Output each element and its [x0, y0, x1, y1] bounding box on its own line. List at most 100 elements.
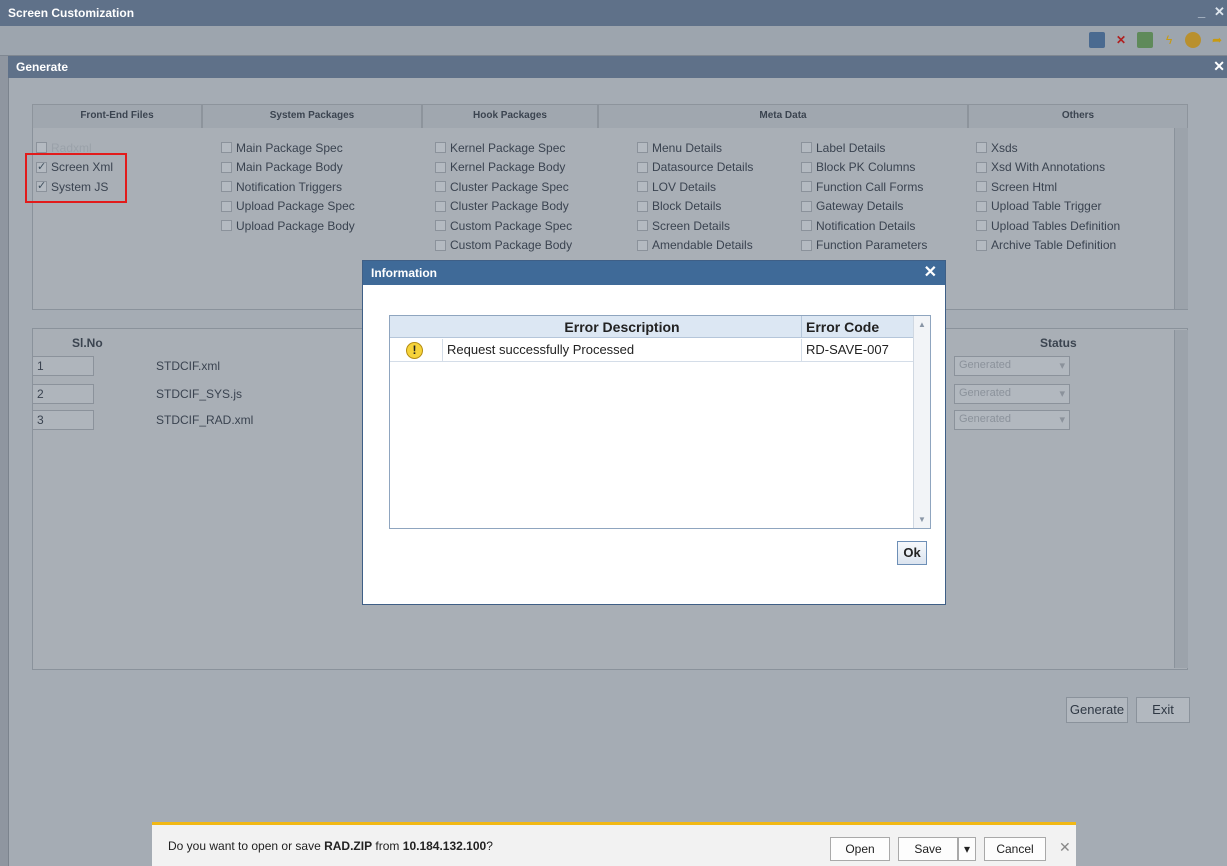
checkbox-box[interactable] [221, 220, 232, 232]
tab-front-end-files[interactable]: Front-End Files [32, 104, 202, 128]
cancel-button[interactable]: Cancel [984, 837, 1046, 861]
list-icon[interactable] [1137, 32, 1153, 48]
checkbox-box[interactable] [976, 200, 987, 212]
checkbox-box[interactable] [976, 220, 987, 232]
column-header-slno: Sl.No [72, 336, 103, 350]
minimize-button[interactable]: _ [1198, 4, 1205, 19]
warning-icon: ! [406, 342, 423, 359]
checkbox-box[interactable] [637, 181, 648, 193]
checkbox-box[interactable] [801, 181, 812, 193]
checkbox-box[interactable] [637, 142, 648, 154]
tab-hook-packages[interactable]: Hook Packages [422, 104, 598, 128]
download-message: Do you want to open or save RAD.ZIP from… [168, 839, 493, 853]
status-select[interactable]: Generated [954, 384, 1070, 404]
checkbox-screen-details[interactable]: Screen Details [637, 216, 753, 236]
checkbox-box[interactable] [976, 181, 987, 193]
grid-header: Error Description Error Code [390, 316, 914, 338]
dialog-close-button[interactable]: ✕ [924, 262, 937, 282]
checkbox-box[interactable] [435, 142, 446, 154]
checkbox-function-call-forms[interactable]: Function Call Forms [801, 177, 927, 197]
ok-button[interactable]: Ok [897, 541, 927, 565]
checkbox-kernel-package-spec[interactable]: Kernel Package Spec [435, 138, 572, 158]
checkbox-box[interactable] [435, 161, 446, 173]
exit-icon[interactable]: ➦ [1209, 32, 1225, 48]
status-select[interactable]: Generated [954, 356, 1070, 376]
checkbox-datasource-details[interactable]: Datasource Details [637, 158, 753, 178]
tab-meta-data[interactable]: Meta Data [598, 104, 968, 128]
checkbox-block-pk-columns[interactable]: Block PK Columns [801, 158, 927, 178]
checkbox-box[interactable] [221, 161, 232, 173]
checkbox-box[interactable] [435, 181, 446, 193]
checkbox-function-parameters[interactable]: Function Parameters [801, 236, 927, 256]
checkbox-box[interactable] [637, 200, 648, 212]
checkbox-box[interactable] [976, 239, 987, 251]
checkbox-box[interactable] [801, 142, 812, 154]
generate-button[interactable]: Generate [1066, 697, 1128, 723]
checkbox-box[interactable] [801, 200, 812, 212]
checkbox-box[interactable] [221, 142, 232, 154]
status-select[interactable]: Generated [954, 410, 1070, 430]
checkbox-box[interactable] [435, 239, 446, 251]
close-generate-button[interactable]: ✕ [1213, 58, 1225, 75]
checkbox-box[interactable] [221, 181, 232, 193]
checkbox-custom-package-body[interactable]: Custom Package Body [435, 236, 572, 256]
checkbox-cluster-package-body[interactable]: Cluster Package Body [435, 197, 572, 217]
download-host: 10.184.132.100 [402, 839, 487, 853]
save-options-dropdown[interactable]: ▾ [958, 837, 976, 861]
checkbox-main-package-spec[interactable]: Main Package Spec [221, 138, 355, 158]
checkbox-box[interactable] [637, 161, 648, 173]
checkbox-cluster-package-spec[interactable]: Cluster Package Spec [435, 177, 572, 197]
checkbox-upload-package-body[interactable]: Upload Package Body [221, 216, 355, 236]
checkbox-upload-table-trigger[interactable]: Upload Table Trigger [976, 197, 1120, 217]
checkbox-xsd-with-annotations[interactable]: Xsd With Annotations [976, 158, 1120, 178]
error-description-cell: Request successfully Processed [442, 339, 634, 362]
checkbox-archive-table-definition[interactable]: Archive Table Definition [976, 236, 1120, 256]
scroll-down-icon[interactable]: ▼ [918, 515, 926, 524]
tab-system-packages[interactable]: System Packages [202, 104, 422, 128]
checkbox-screen-html[interactable]: Screen Html [976, 177, 1120, 197]
dialog-title-bar: Information ✕ [363, 261, 945, 285]
column-header-error-code: Error Code [801, 316, 883, 338]
checkbox-main-package-body[interactable]: Main Package Body [221, 158, 355, 178]
checkbox-kernel-package-body[interactable]: Kernel Package Body [435, 158, 572, 178]
results-scrollbar[interactable] [1174, 330, 1188, 668]
options-scrollbar[interactable] [1174, 128, 1188, 309]
close-app-button[interactable]: ✕ [1214, 4, 1225, 20]
checkbox-label-details[interactable]: Label Details [801, 138, 927, 158]
close-icon[interactable]: ✕ [1059, 839, 1071, 856]
scroll-up-icon[interactable]: ▲ [918, 320, 926, 329]
checkbox-lov-details[interactable]: LOV Details [637, 177, 753, 197]
delete-icon[interactable]: ✕ [1113, 32, 1129, 48]
checkbox-upload-tables-definition[interactable]: Upload Tables Definition [976, 216, 1120, 236]
checkbox-notification-details[interactable]: Notification Details [801, 216, 927, 236]
checkbox-box[interactable] [976, 142, 987, 154]
checkbox-custom-package-spec[interactable]: Custom Package Spec [435, 216, 572, 236]
checkbox-box[interactable] [36, 142, 47, 154]
checkbox-box[interactable] [637, 220, 648, 232]
checkbox-xsds[interactable]: Xsds [976, 138, 1120, 158]
checkbox-notification-triggers[interactable]: Notification Triggers [221, 177, 355, 197]
package-icon[interactable] [1185, 32, 1201, 48]
open-button[interactable]: Open [830, 837, 890, 861]
save-button[interactable]: Save [898, 837, 958, 861]
save-icon[interactable] [1089, 32, 1105, 48]
checkbox-amendable-details[interactable]: Amendable Details [637, 236, 753, 256]
checkbox-box[interactable] [801, 161, 812, 173]
checkbox-box[interactable] [435, 200, 446, 212]
checkbox-box[interactable] [221, 200, 232, 212]
column-header-status: Status [1040, 336, 1077, 350]
grid-scrollbar[interactable]: ▲ ▼ [913, 316, 930, 528]
checkbox-box[interactable] [976, 161, 987, 173]
checkbox-box[interactable] [435, 220, 446, 232]
checkbox-menu-details[interactable]: Menu Details [637, 138, 753, 158]
checkbox-box[interactable] [637, 239, 648, 251]
checkbox-block-details[interactable]: Block Details [637, 197, 753, 217]
checkbox-box[interactable] [801, 220, 812, 232]
lightning-icon[interactable]: ϟ [1161, 32, 1177, 48]
checkbox-gateway-details[interactable]: Gateway Details [801, 197, 927, 217]
checkbox-box[interactable] [801, 239, 812, 251]
exit-button[interactable]: Exit [1136, 697, 1190, 723]
tab-others[interactable]: Others [968, 104, 1188, 128]
dialog-title: Information [371, 266, 437, 280]
checkbox-upload-package-spec[interactable]: Upload Package Spec [221, 197, 355, 217]
